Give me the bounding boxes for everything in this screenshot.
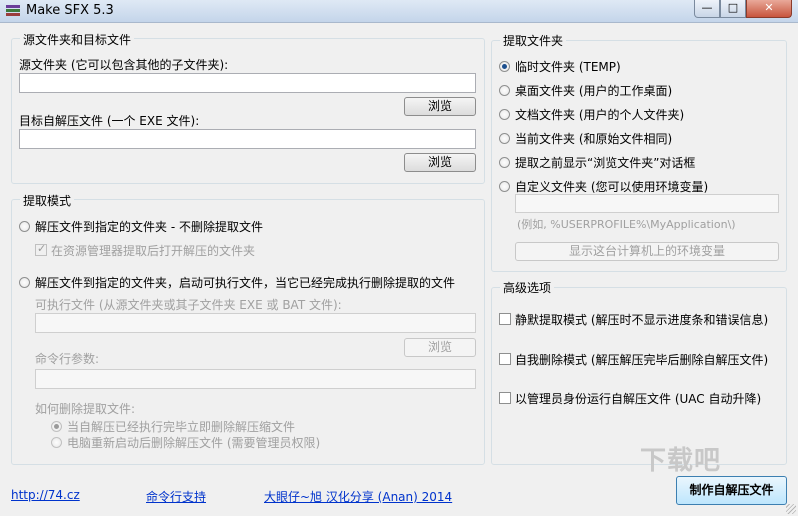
silent-mode-label: 静默提取模式 (解压时不显示进度条和错误信息) [515, 313, 769, 327]
extract-folder-legend: 提取文件夹 [500, 32, 567, 49]
mode-run-delete-radio[interactable] [19, 277, 30, 288]
source-folder-input[interactable] [19, 73, 476, 93]
extract-current-radio[interactable] [499, 133, 510, 144]
website-link[interactable]: http://74.cz [11, 488, 80, 502]
delete-immediately-label: 当自解压已经执行完毕立即删除解压缩文件 [67, 420, 296, 434]
maximize-icon: □ [727, 1, 739, 14]
source-folder-label: 源文件夹 (它可以包含其他的子文件夹): [19, 58, 229, 72]
delete-after-reboot-label: 电脑重新启动后删除解压文件 (需要管理员权限) [67, 436, 321, 450]
run-as-admin-label: 以管理员身份运行自解压文件 (UAC 自动升降) [515, 392, 762, 406]
delete-method-label: 如何删除提取文件: [35, 402, 136, 416]
extract-documents-label: 文档文件夹 (用户的个人文件夹) [515, 108, 685, 122]
maximize-button[interactable]: □ [720, 0, 746, 18]
browse-target-button[interactable]: 浏览 [404, 153, 476, 172]
close-button[interactable]: ✕ [746, 0, 792, 18]
watermark-text: 下载吧 [640, 446, 722, 476]
extract-temp-label: 临时文件夹 (TEMP) [515, 60, 621, 74]
mode-no-delete-radio[interactable] [19, 221, 30, 232]
cmd-args-input[interactable] [35, 369, 476, 389]
custom-folder-input[interactable] [515, 194, 779, 213]
browse-exe-button[interactable]: 浏览 [404, 338, 476, 357]
extract-browse-dialog-radio[interactable] [499, 157, 510, 168]
minimize-icon: — [701, 1, 713, 14]
delete-immediately-radio[interactable] [51, 421, 62, 432]
make-sfx-button[interactable]: 制作自解压文件 [676, 476, 787, 505]
extract-mode-legend: 提取模式 [20, 192, 75, 209]
translator-credit-link[interactable]: 大眼仔~旭 汉化分享 (Anan) 2014 [264, 488, 452, 505]
target-file-label: 目标自解压文件 (一个 EXE 文件): [19, 114, 200, 128]
source-target-legend: 源文件夹和目标文件 [20, 31, 135, 48]
exe-file-label: 可执行文件 (从源文件夹或其子文件夹 EXE 或 BAT 文件): [35, 298, 342, 312]
extract-temp-radio[interactable] [499, 61, 510, 72]
advanced-options-legend: 高级选项 [500, 279, 555, 296]
self-delete-label: 自我删除模式 (解压解压完毕后删除自解压文件) [515, 353, 769, 367]
minimize-button[interactable]: — [694, 0, 720, 18]
extract-desktop-radio[interactable] [499, 85, 510, 96]
run-as-admin-checkbox[interactable] [499, 392, 511, 404]
extract-browse-dialog-label: 提取之前显示“浏览文件夹”对话框 [515, 156, 696, 170]
open-explorer-checkbox[interactable] [35, 242, 47, 256]
silent-mode-checkbox[interactable] [499, 313, 511, 325]
browse-source-button[interactable]: 浏览 [404, 97, 476, 116]
extract-custom-radio[interactable] [499, 181, 510, 192]
exe-file-input[interactable] [35, 313, 476, 333]
mode-run-delete-label: 解压文件到指定的文件夹，启动可执行文件，当它已经完成执行删除提取的文件 [35, 276, 456, 290]
cmd-args-label: 命令行参数: [35, 352, 100, 366]
close-icon: ✕ [764, 1, 774, 14]
open-explorer-label: 在资源管理器提取后打开解压的文件夹 [51, 244, 256, 258]
extract-current-label: 当前文件夹 (和原始文件相同) [515, 132, 673, 146]
window-title: Make SFX 5.3 [26, 3, 114, 18]
show-env-vars-button[interactable]: 显示这台计算机上的环境变量 [515, 242, 779, 261]
delete-after-reboot-radio[interactable] [51, 437, 62, 448]
self-delete-checkbox[interactable] [499, 353, 511, 365]
resize-grip[interactable] [786, 504, 796, 514]
extract-documents-radio[interactable] [499, 109, 510, 120]
command-line-support-link[interactable]: 命令行支持 [146, 488, 206, 505]
mode-no-delete-label: 解压文件到指定的文件夹 - 不删除提取文件 [35, 220, 263, 234]
target-file-input[interactable] [19, 129, 476, 149]
title-bar [0, 0, 798, 23]
extract-custom-label: 自定义文件夹 (您可以使用环境变量) [515, 180, 709, 194]
custom-folder-example: (例如, %USERPROFILE%\MyApplication\) [517, 218, 736, 231]
extract-desktop-label: 桌面文件夹 (用户的工作桌面) [515, 84, 673, 98]
app-icon [6, 4, 20, 18]
